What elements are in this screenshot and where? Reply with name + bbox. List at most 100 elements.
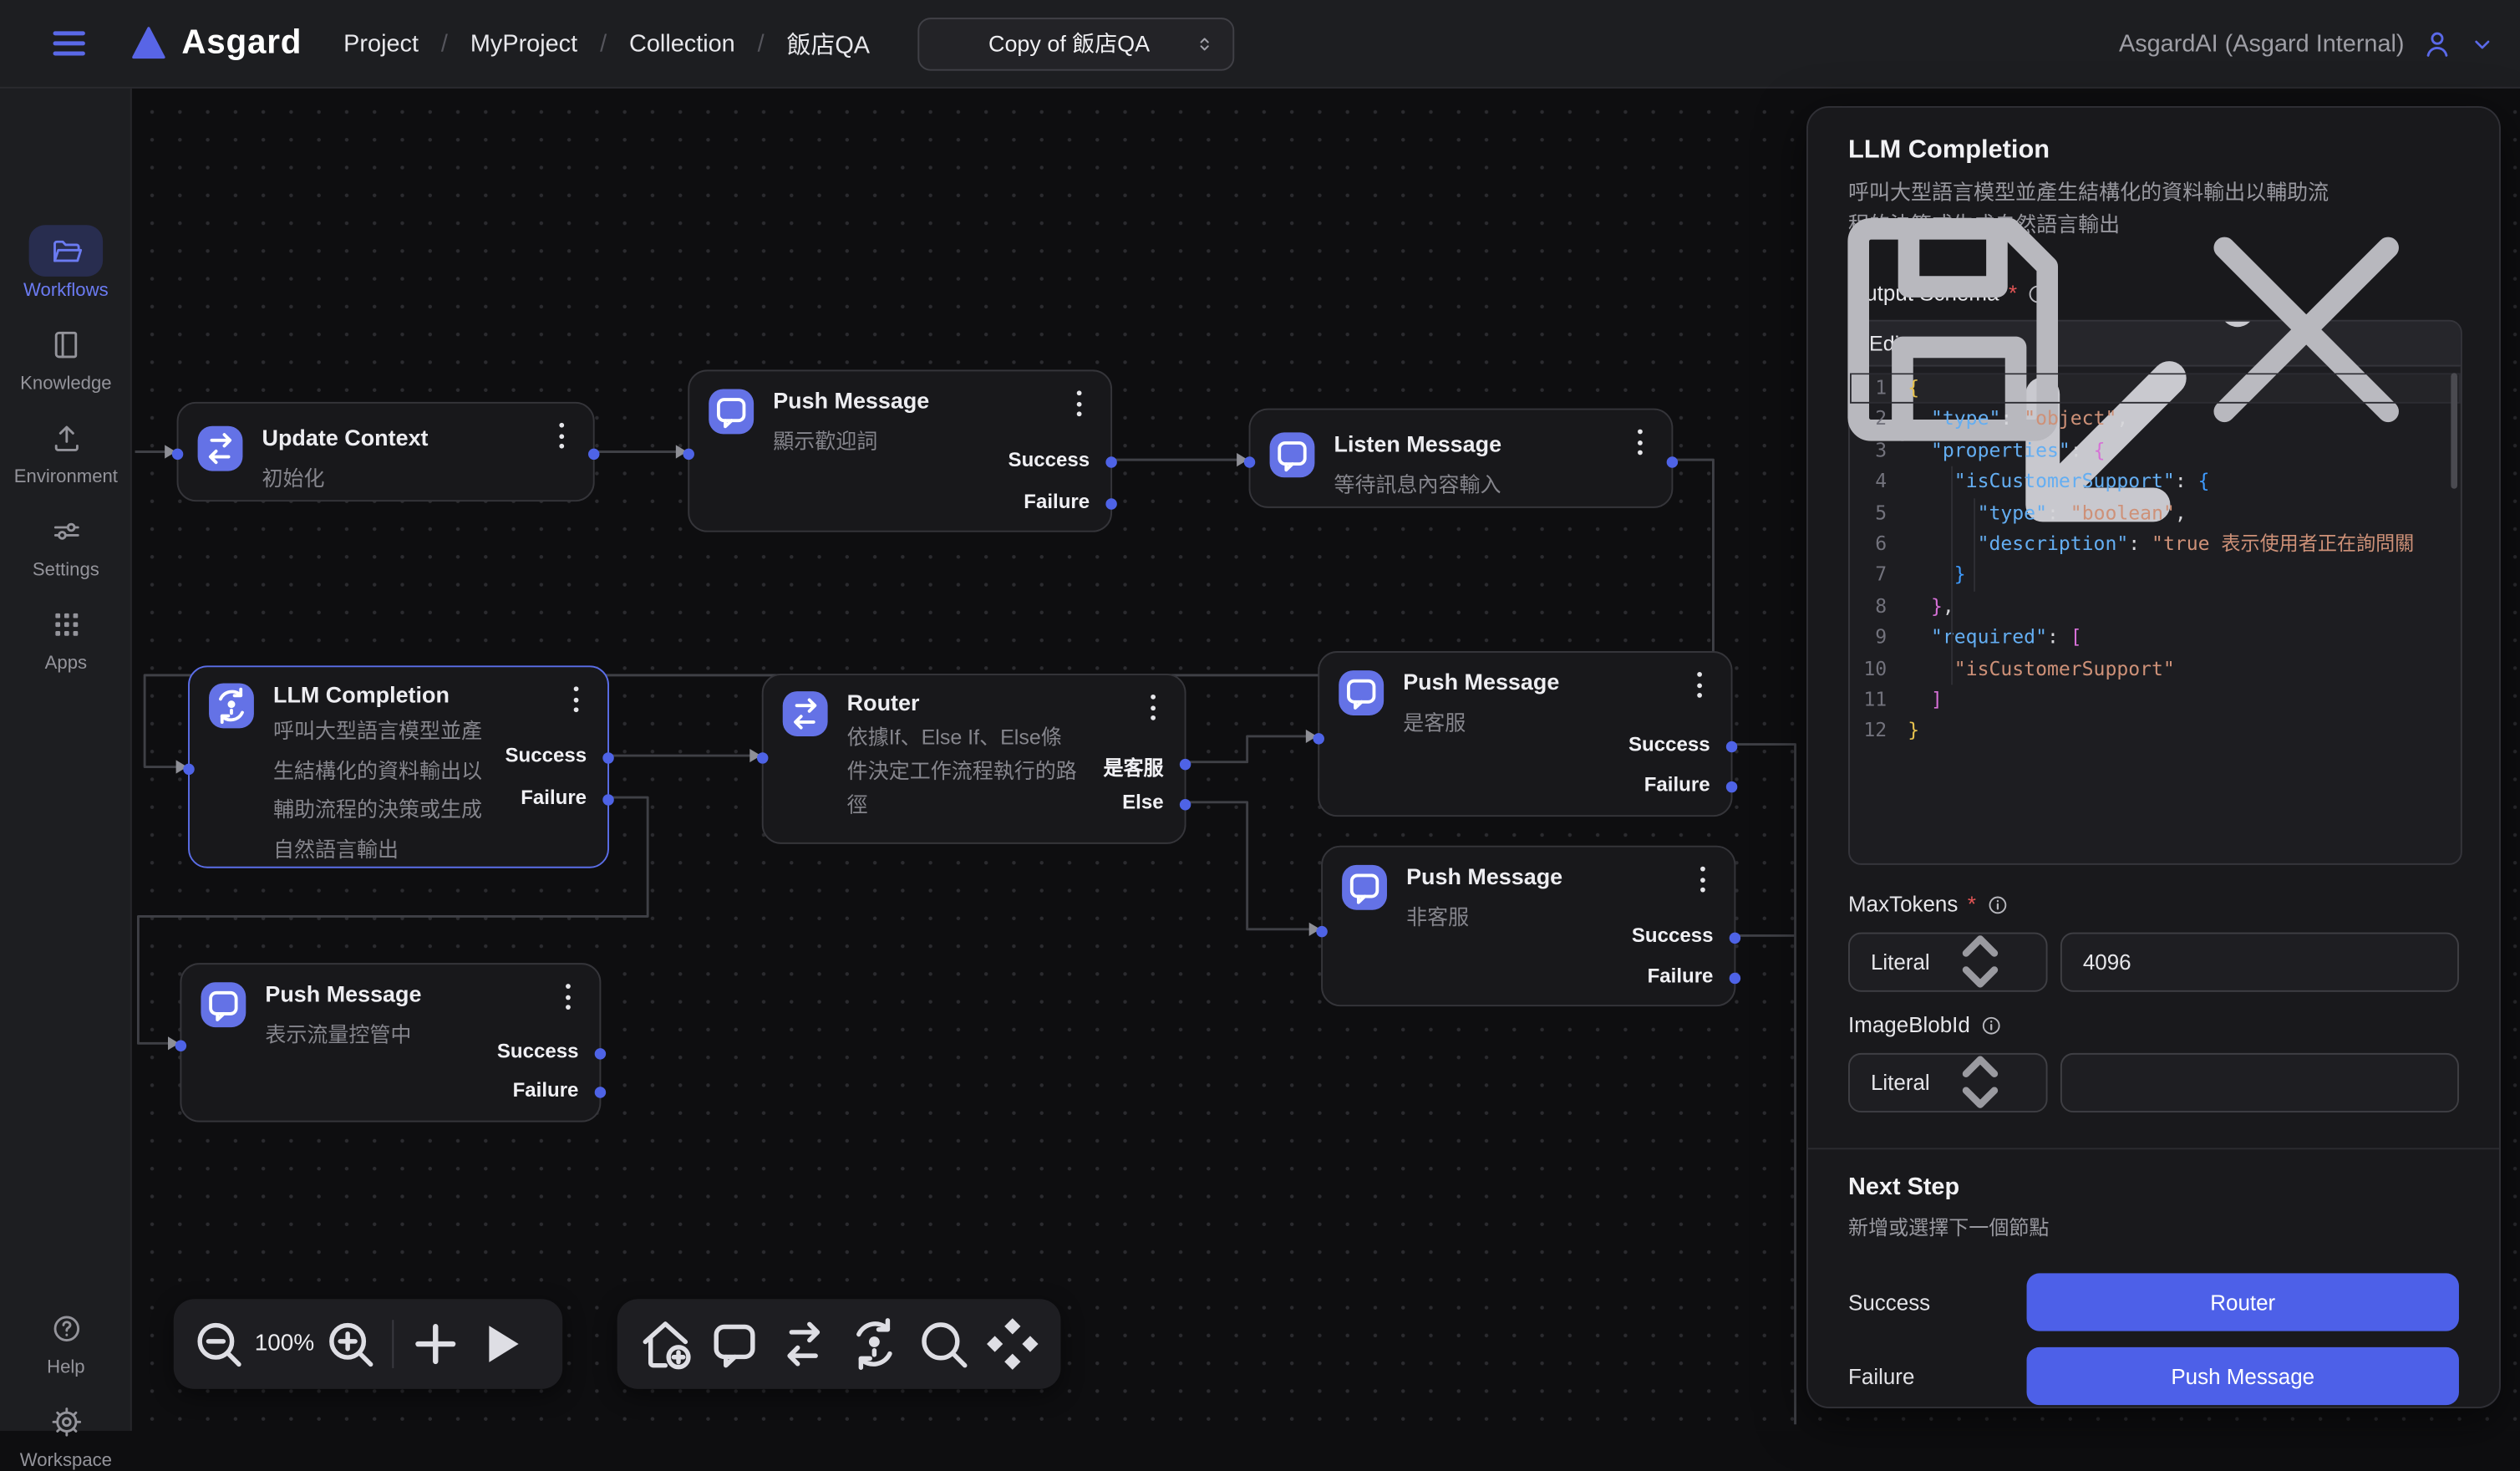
code-line: 2 "type": "object", xyxy=(1850,405,2461,435)
node-menu-button[interactable] xyxy=(1689,672,1709,698)
node-menu-button[interactable] xyxy=(1069,390,1088,416)
node-output-port[interactable] xyxy=(1105,497,1116,508)
user-icon[interactable] xyxy=(2421,27,2454,60)
palette-search-button[interactable] xyxy=(911,1312,975,1377)
sidebar-item-environment[interactable]: Environment xyxy=(0,411,132,486)
breadcrumb: Project/MyProject/Collection/飯店QA xyxy=(343,27,870,60)
breadcrumb-item-飯店qa[interactable]: 飯店QA xyxy=(787,27,870,60)
breadcrumb-item-collection[interactable]: Collection xyxy=(629,30,735,58)
code-line: 6 "description": "true 表示使用者正在詢問關 xyxy=(1850,529,2461,560)
palette-chat-button[interactable] xyxy=(703,1312,767,1377)
code-line: 1{ xyxy=(1850,373,2461,404)
code-line: 11 ] xyxy=(1850,685,2461,715)
workflow-node-push-message-traffic[interactable]: Push Message表示流量控管中SuccessFailure xyxy=(180,963,601,1122)
run-workflow-button[interactable] xyxy=(468,1312,532,1377)
node-menu-button[interactable] xyxy=(551,423,571,449)
chevron-down-icon[interactable] xyxy=(2470,32,2494,56)
node-output-port[interactable] xyxy=(602,793,613,804)
workflow-version-select[interactable]: Copy of 飯店QA xyxy=(918,17,1235,69)
breadcrumb-item-project[interactable]: Project xyxy=(343,30,419,58)
workflow-node-router[interactable]: Router依據If、Else If、Else條件決定工作流程執行的路徑是客服E… xyxy=(762,674,1186,844)
next-step-node-button-failure[interactable]: Push Message xyxy=(2027,1347,2459,1405)
breadcrumb-separator: / xyxy=(441,30,448,58)
asgard-logo-icon xyxy=(129,24,169,63)
palette-home-plus-button[interactable] xyxy=(633,1312,698,1377)
max-tokens-input[interactable]: 4096 xyxy=(2060,933,2459,992)
panel-divider xyxy=(1808,1148,2499,1149)
palette-swap-button[interactable] xyxy=(772,1312,836,1377)
sidebar-item-label: Workflows xyxy=(23,282,109,301)
palette-llm-button[interactable] xyxy=(841,1312,906,1377)
sidebar-item-knowledge[interactable]: Knowledge xyxy=(0,318,132,394)
node-title: Router xyxy=(847,690,920,715)
code-line: 12} xyxy=(1850,716,2461,747)
chat-node-icon xyxy=(1270,432,1315,477)
workflow-node-update-context[interactable]: Update Context初始化 xyxy=(177,402,595,501)
node-output-port[interactable] xyxy=(1730,972,1740,983)
node-output-port[interactable] xyxy=(1726,781,1737,791)
node-input-port[interactable] xyxy=(183,763,194,774)
node-output-port[interactable] xyxy=(595,1086,606,1097)
node-input-port[interactable] xyxy=(757,751,768,762)
code-line: 7 } xyxy=(1850,560,2461,591)
node-output-port[interactable] xyxy=(1667,456,1678,466)
node-input-port[interactable] xyxy=(1244,456,1255,466)
palette-move-button[interactable] xyxy=(980,1312,1044,1377)
node-menu-button[interactable] xyxy=(1629,430,1649,456)
node-menu-button[interactable] xyxy=(566,686,585,712)
workflow-node-push-message-not-cs[interactable]: Push Message非客服SuccessFailure xyxy=(1321,846,1735,1006)
node-description: 呼叫大型語言模型並產生結構化的資料輸出以輔助流程的決策或生成自然語言輸出 xyxy=(273,712,482,870)
apps-grid-icon xyxy=(49,607,83,640)
upload-icon xyxy=(49,420,83,454)
node-description: 依據If、Else If、Else條件決定工作流程執行的路徑 xyxy=(847,720,1077,822)
folder-icon xyxy=(49,234,83,267)
node-input-port[interactable] xyxy=(683,448,694,459)
sidebar-item-label: Apps xyxy=(45,654,87,674)
node-output-port[interactable] xyxy=(1105,456,1116,466)
workflow-node-listen-message[interactable]: Listen Message等待訊息內容輸入 xyxy=(1249,409,1674,508)
sliders-icon xyxy=(49,514,83,547)
chevrons-updown-icon xyxy=(1193,32,1217,56)
node-output-port[interactable] xyxy=(1730,932,1740,943)
max-tokens-mode-select[interactable]: Literal xyxy=(1848,933,2048,992)
node-output-port[interactable] xyxy=(595,1047,606,1058)
node-output-port[interactable] xyxy=(1180,798,1191,809)
code-line: 4 "isCustomerSupport": { xyxy=(1850,466,2461,497)
node-output-label: Failure xyxy=(1644,773,1710,796)
add-node-button[interactable] xyxy=(404,1312,468,1377)
zoom-in-button[interactable] xyxy=(318,1312,383,1377)
breadcrumb-separator: / xyxy=(600,30,607,58)
sidebar-item-workspace[interactable]: Workspace xyxy=(0,1396,132,1471)
node-title: Update Context xyxy=(262,425,429,450)
workflow-node-llm-completion[interactable]: LLM Completion呼叫大型語言模型並產生結構化的資料輸出以輔助流程的決… xyxy=(188,665,609,868)
node-output-port[interactable] xyxy=(1726,741,1737,751)
node-subtitle: 等待訊息內容輸入 xyxy=(1334,468,1501,499)
image-blob-id-input[interactable] xyxy=(2060,1053,2459,1112)
sidebar-item-settings[interactable]: Settings xyxy=(0,505,132,580)
node-output-port[interactable] xyxy=(588,448,599,459)
node-subtitle: 顯示歡迎詞 xyxy=(773,425,877,456)
node-input-port[interactable] xyxy=(1313,732,1324,743)
sidebar-item-help[interactable]: Help xyxy=(0,1302,132,1377)
code-editor-area[interactable]: 1{2 "type": "object",3 "properties": {4 … xyxy=(1850,367,2461,865)
node-menu-button[interactable] xyxy=(1143,695,1162,720)
node-input-port[interactable] xyxy=(175,1040,186,1051)
node-output-port[interactable] xyxy=(602,751,613,762)
node-menu-button[interactable] xyxy=(557,984,577,1010)
node-output-port[interactable] xyxy=(1180,758,1191,769)
sidebar-item-workflows[interactable]: Workflows xyxy=(0,225,132,300)
node-input-port[interactable] xyxy=(172,448,183,459)
help-icon xyxy=(49,1311,83,1345)
menu-icon[interactable] xyxy=(48,23,90,64)
sidebar-item-apps[interactable]: Apps xyxy=(0,598,132,674)
node-menu-button[interactable] xyxy=(1692,867,1711,893)
breadcrumb-item-myproject[interactable]: MyProject xyxy=(470,30,577,58)
image-blob-id-mode-select[interactable]: Literal xyxy=(1848,1053,2048,1112)
node-output-label: Failure xyxy=(1024,491,1090,513)
next-step-node-button-success[interactable]: Router xyxy=(2027,1273,2459,1331)
workflow-node-push-message-welcome[interactable]: Push Message顯示歡迎詞SuccessFailure xyxy=(688,369,1112,532)
workflow-node-push-message-is-cs[interactable]: Push Message是客服SuccessFailure xyxy=(1318,651,1732,817)
zoom-out-button[interactable] xyxy=(186,1312,251,1377)
editor-scrollbar[interactable] xyxy=(2451,373,2457,488)
node-input-port[interactable] xyxy=(1316,925,1327,936)
